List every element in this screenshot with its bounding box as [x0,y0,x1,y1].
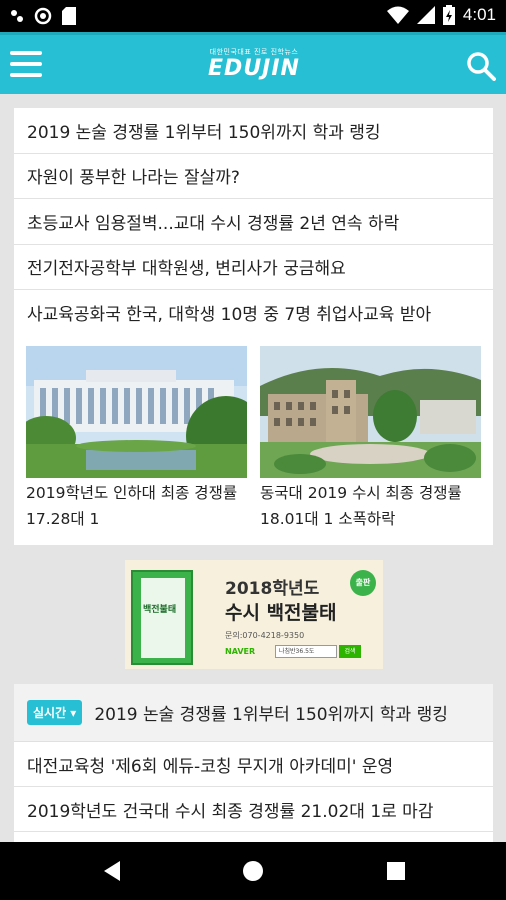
home-button[interactable] [241,859,265,883]
realtime-dropdown[interactable]: 실시간 ▾ [27,700,83,725]
realtime-tag-label: 실시간 [33,706,67,720]
headline-item[interactable]: 초등교사 임용절벽...교대 수시 경쟁률 2년 연속 하락 [14,199,493,245]
campus-photo-dongguk [260,346,481,478]
chevron-down-icon: ▾ [66,706,77,720]
campus-photo-inha [26,346,247,478]
ad-search-button: 검색 [339,645,361,658]
status-time: 4:01 [462,5,496,24]
thumbnail-caption: 동국대 2019 수시 최종 경쟁률 18.01대 1 소폭하락 [260,484,462,528]
news-card: 2019 논술 경쟁률 1위부터 150위까지 학과 랭킹 자원이 풍부한 나라… [14,108,493,545]
logo-tagline: 대한민국대표 진로 진학뉴스 [209,48,299,56]
headline-list: 2019 논술 경쟁률 1위부터 150위까지 학과 랭킹 자원이 풍부한 나라… [14,108,493,336]
app-bar: 대한민국대표 진로 진학뉴스 EDUJIN [0,32,506,94]
sd-card-icon [62,7,76,25]
realtime-item[interactable]: 대전교육청 '제6회 에듀-코칭 무지개 아카데미' 운영 [14,742,493,787]
realtime-section: 실시간 ▾ 2019 논술 경쟁률 1위부터 150위까지 학과 랭킹 대전교육… [14,684,493,842]
search-icon [467,52,496,81]
menu-button[interactable] [10,51,42,77]
realtime-headline[interactable]: 2019 논술 경쟁률 1위부터 150위까지 학과 랭킹 [94,700,460,725]
circle-icon [34,7,52,25]
signal-icon [416,6,435,24]
hamburger-icon [10,51,42,55]
thumbnail-caption: 2019학년도 인하대 최종 경쟁률 17.28대 1 [26,484,238,528]
realtime-header: 실시간 ▾ 2019 논술 경쟁률 1위부터 150위까지 학과 랭킹 [14,684,493,742]
headline-item[interactable]: 자원이 풍부한 나라는 잘살까? [14,154,493,199]
realtime-item[interactable]: 2019학년도 건국대 수시 최종 경쟁률 21.02대 1로 마감 [14,787,493,832]
recents-button[interactable] [384,859,408,883]
thumbnail-article[interactable]: 동국대 2019 수시 최종 경쟁률 18.01대 1 소폭하락 [260,346,481,532]
ad-naver: NAVER [225,647,256,656]
ad-search-box: 나침반36.5도 [275,645,337,658]
back-button[interactable] [100,859,124,883]
ad-line2: 수시 백전불태 [225,602,337,624]
battery-icon [442,5,455,25]
wifi-icon [386,6,409,24]
back-icon [104,861,120,881]
app-logo[interactable]: 대한민국대표 진로 진학뉴스 EDUJIN [206,47,302,81]
ad-line1: 2018학년도 [225,579,320,599]
status-bar: 4:01 [0,0,506,32]
notification-dot-icon [11,10,23,22]
recents-icon [387,862,405,880]
book-cover: 백전불태 [131,570,193,665]
home-icon [243,861,263,881]
hamburger-line [10,62,42,66]
thumbnail-article[interactable]: 2019학년도 인하대 최종 경쟁률 17.28대 1 [26,346,247,532]
headline-item[interactable]: 사교육공화국 한국, 대학생 10명 중 7명 취업사교육 받아 [14,290,493,336]
headline-item[interactable]: 2019 논술 경쟁률 1위부터 150위까지 학과 랭킹 [14,108,493,154]
book-cover-inner [141,578,185,658]
headline-item[interactable]: 전기전자공학부 대학원생, 변리사가 궁금해요 [14,245,493,290]
ad-book-title: 백전불태 [143,605,177,615]
search-button[interactable] [466,51,496,81]
ad-badge: 출판 [350,570,376,596]
thumbnail-row: 2019학년도 인하대 최종 경쟁률 17.28대 1 동국대 2019 수시 … [26,346,481,532]
hamburger-line [10,73,42,77]
ad-banner[interactable]: 백전불태 2018학년도 수시 백전불태 문의:070-4218-9350 NA… [125,560,383,669]
navigation-bar [0,842,506,900]
logo-text: EDUJIN [208,56,300,81]
ad-inquiry: 문의:070-4218-9350 [225,631,305,640]
